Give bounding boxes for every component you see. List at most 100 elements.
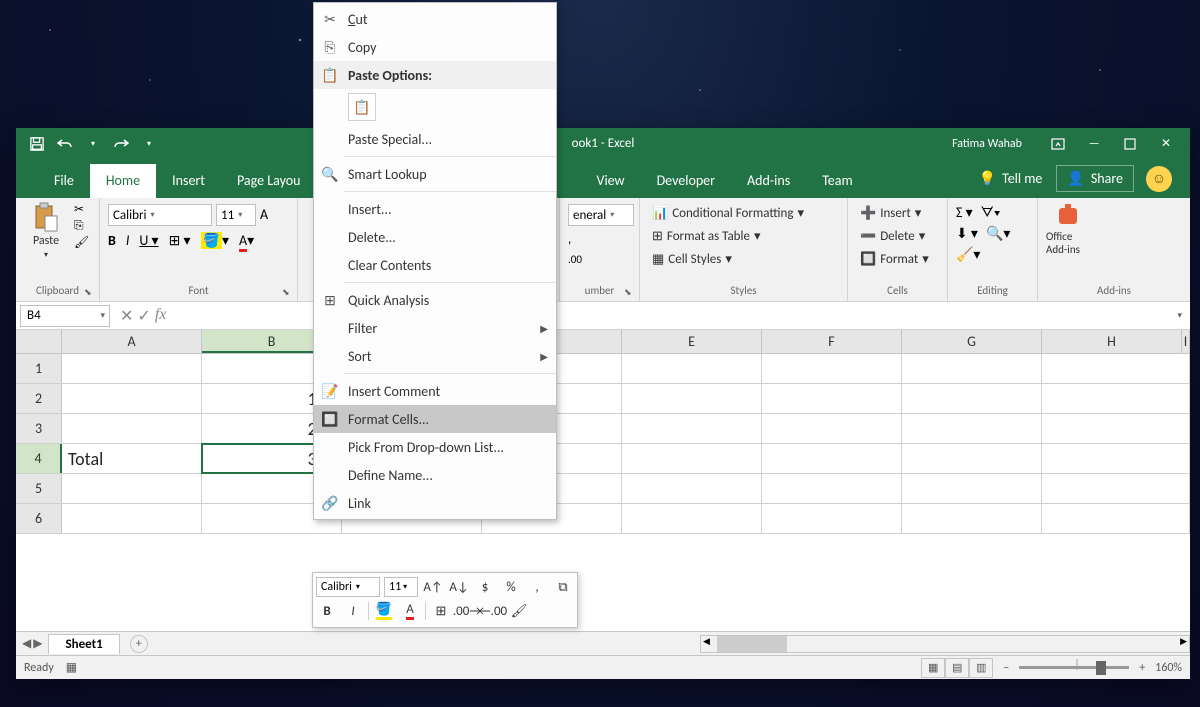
zoom-level[interactable]: 160% [1155,661,1182,675]
confirm-entry-icon[interactable]: ✓ [137,306,150,326]
qat-customize-icon[interactable]: ▾ [138,133,160,155]
font-color-button[interactable]: A▾ [239,232,254,249]
tab-home[interactable]: Home [90,164,156,198]
tell-me-search[interactable]: 💡Tell me [965,170,1057,187]
col-header-F[interactable]: F [762,330,902,353]
mini-percent-icon[interactable]: % [500,576,522,598]
font-name-combo[interactable]: Calibri▾ [108,204,212,226]
row-header-4[interactable]: 4 [16,444,62,473]
sort-filter-icon[interactable]: ᗊ▾ [981,204,1001,221]
tab-team[interactable]: Team [806,164,868,198]
cell-A1[interactable] [62,354,202,383]
cells-delete-button[interactable]: ➖Delete ▾ [856,227,933,246]
col-header-I[interactable]: I [1182,330,1190,353]
number-format-combo[interactable]: eneral▾ [568,204,634,226]
tab-developer[interactable]: Developer [641,164,731,198]
cells-format-button[interactable]: 🔲Format ▾ [856,250,933,269]
ctx-quick-analysis[interactable]: ⊞Quick Analysis [314,286,556,314]
next-sheet-icon[interactable]: ▶ [33,636,42,651]
mini-decrease-font-icon[interactable]: A↓ [448,576,470,598]
ctx-smart-lookup[interactable]: 🔍Smart Lookup [314,160,556,188]
share-button[interactable]: 👤Share [1056,165,1134,192]
feedback-icon[interactable]: ☺ [1146,166,1172,192]
col-header-H[interactable]: H [1042,330,1182,353]
copy-icon[interactable]: ⎘ [74,219,89,233]
close-button[interactable]: ✕ [1148,128,1184,159]
row-header-2[interactable]: 2 [16,384,62,413]
dialog-launcher-icon[interactable]: ⬊ [282,287,294,299]
page-layout-view-icon[interactable]: ▤ [945,658,969,678]
mini-italic-button[interactable]: I [342,600,364,622]
col-header-E[interactable]: E [622,330,762,353]
mini-comma-icon[interactable]: , [526,576,548,598]
ctx-insert-comment[interactable]: 📝Insert Comment [314,377,556,405]
fx-icon[interactable]: fx [155,306,167,326]
save-icon[interactable] [26,133,48,155]
undo-dropdown-icon[interactable]: ▾ [82,133,104,155]
page-break-view-icon[interactable]: ▥ [969,658,993,678]
dialog-launcher-icon[interactable]: ⬊ [624,287,636,299]
prev-sheet-icon[interactable]: ◀ [22,636,31,651]
minimize-button[interactable]: — [1076,128,1112,159]
tab-addins[interactable]: Add-ins [731,164,806,198]
font-size-combo[interactable]: 11▾ [216,204,256,226]
fill-icon[interactable]: ⬇ ▾ [956,225,978,242]
office-addins-button[interactable]: Office Add-ins [1046,202,1090,256]
row-header-6[interactable]: 6 [16,504,62,533]
name-box[interactable]: B4 [20,305,110,327]
col-header-A[interactable]: A [62,330,202,353]
mini-bold-button[interactable]: B [316,600,338,622]
mini-font-color-button[interactable]: A [399,600,421,622]
ribbon-options-icon[interactable] [1040,128,1076,159]
zoom-slider[interactable] [1019,666,1129,669]
mini-increase-font-icon[interactable]: A↑ [422,576,444,598]
autosum-icon[interactable]: Σ ▾ [956,204,973,221]
row-header-5[interactable]: 5 [16,474,62,503]
mini-format-painter-icon[interactable]: 🖌 [508,600,530,622]
expand-formula-bar-icon[interactable]: ▾ [1169,310,1190,321]
ctx-link[interactable]: 🔗Link [314,489,556,517]
ctx-copy[interactable]: ⎘Copy [314,33,556,61]
redo-icon[interactable] [110,133,132,155]
paste-option-default[interactable]: 📋 [348,93,376,121]
select-all-corner[interactable] [16,330,62,353]
tab-insert[interactable]: Insert [156,164,221,198]
ctx-paste-special[interactable]: Paste Special... [314,125,556,153]
cancel-entry-icon[interactable]: ✕ [120,306,133,326]
ctx-cut[interactable]: ✂CuCutt [314,5,556,33]
decrease-decimal-icon[interactable]: .00 [568,253,582,266]
zoom-out-button[interactable]: – [1003,661,1009,675]
col-header-G[interactable]: G [902,330,1042,353]
increase-font-icon[interactable]: A [260,204,268,226]
mini-font-combo[interactable]: Calibri ▾ [316,577,380,597]
macro-record-icon[interactable]: ▦ [66,660,77,675]
mini-accounting-icon[interactable]: $ [474,576,496,598]
ctx-pick-from-list[interactable]: Pick From Drop-down List... [314,433,556,461]
underline-button[interactable]: U ▾ [139,232,158,249]
paste-button[interactable]: Paste▾ [24,202,68,260]
comma-style-icon[interactable]: , [568,232,571,247]
conditional-formatting-button[interactable]: 📊Conditional Formatting ▾ [648,204,808,223]
find-icon[interactable]: 🔍▾ [986,225,1010,242]
undo-icon[interactable] [54,133,76,155]
mini-border-button[interactable]: ⊞ [430,600,452,622]
tab-file[interactable]: File [38,164,90,198]
ctx-clear-contents[interactable]: Clear Contents [314,251,556,279]
add-sheet-button[interactable]: + [130,635,148,653]
mini-fill-color-button[interactable]: 🪣 [373,600,395,622]
maximize-button[interactable] [1112,128,1148,159]
row-header-1[interactable]: 1 [16,354,62,383]
tab-page-layout[interactable]: Page Layou [221,164,317,198]
dialog-launcher-icon[interactable]: ⬊ [84,287,96,299]
row-header-3[interactable]: 3 [16,414,62,443]
horizontal-scrollbar[interactable]: ◀▶ [700,635,1190,653]
normal-view-icon[interactable]: ▦ [921,658,945,678]
clear-icon[interactable]: 🧹▾ [956,246,980,263]
ctx-insert[interactable]: Insert... [314,195,556,223]
ctx-filter[interactable]: Filter▶ [314,314,556,342]
format-as-table-button[interactable]: ⊞Format as Table ▾ [648,227,808,246]
fill-color-button[interactable]: 🪣▾ [201,232,229,249]
cells-insert-button[interactable]: ➕Insert ▾ [856,204,933,223]
ctx-sort[interactable]: Sort▶ [314,342,556,370]
cut-icon[interactable]: ✂ [74,202,89,217]
